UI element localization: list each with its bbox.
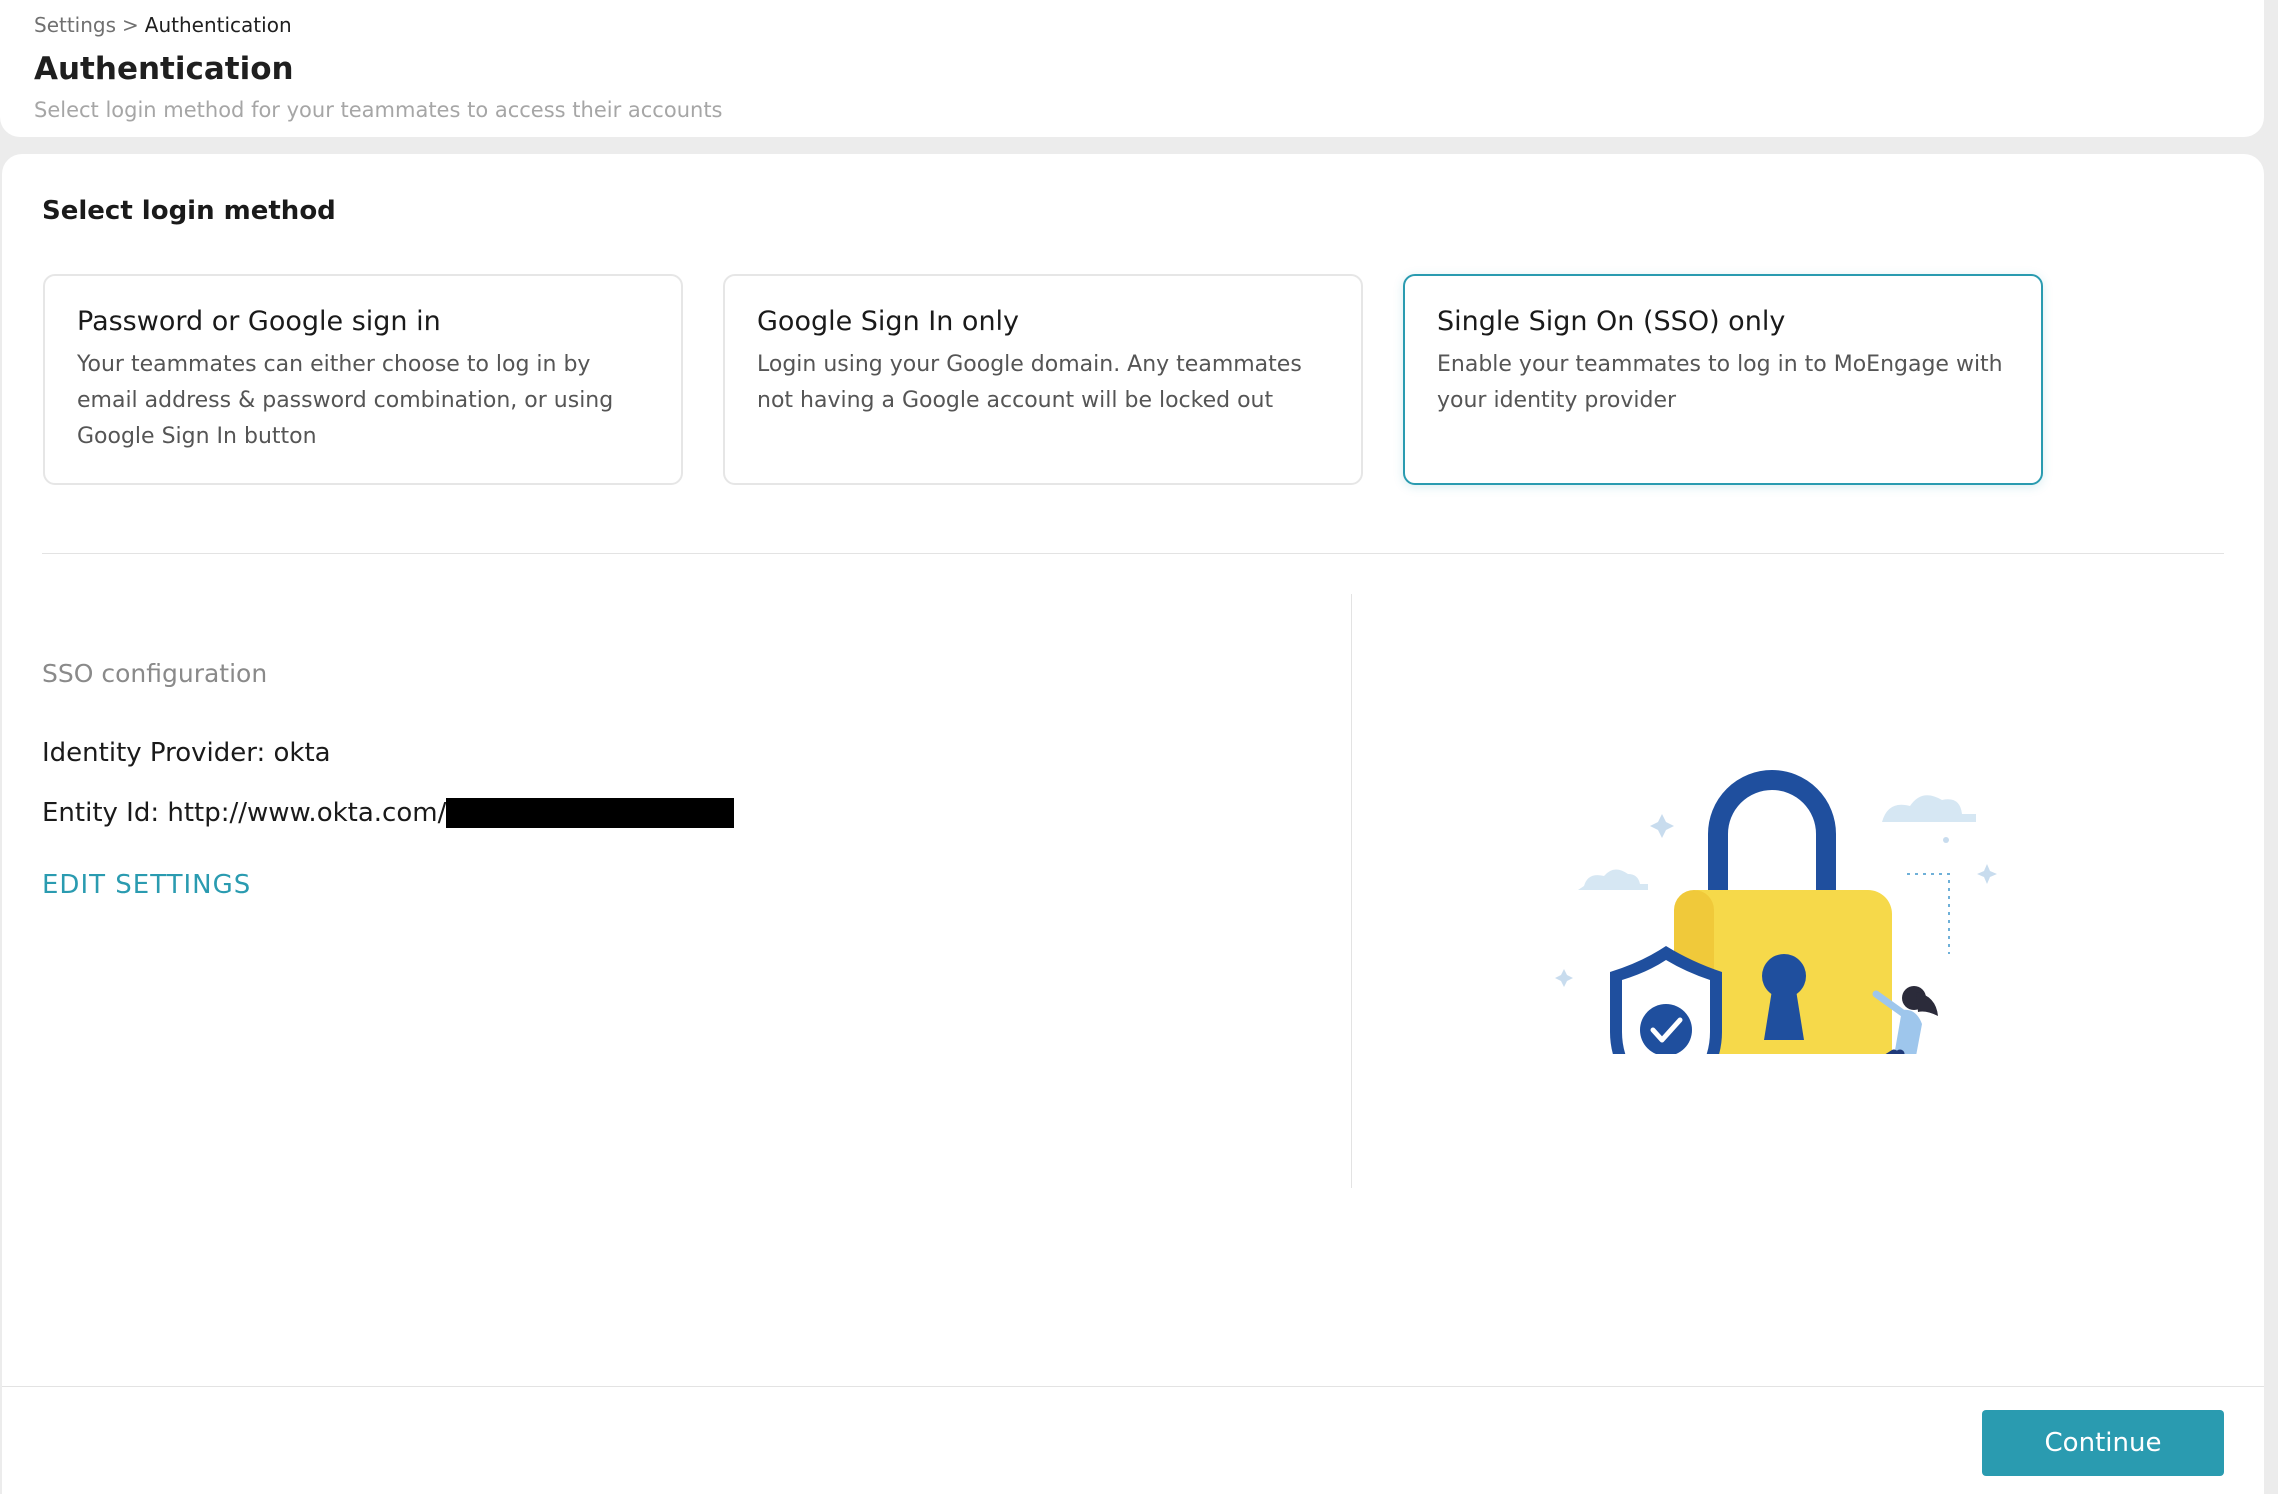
login-option-sso[interactable]: Single Sign On (SSO) only Enable your te… (1403, 274, 2043, 485)
breadcrumb-current: Authentication (144, 13, 292, 37)
lock-shackle (1708, 770, 1836, 894)
login-method-section-title: Select login method (42, 196, 336, 226)
cloud-icon (1578, 869, 1648, 890)
edit-settings-link[interactable]: EDIT SETTINGS (42, 870, 251, 900)
sparkle-icon (1977, 864, 1997, 884)
login-option-title: Google Sign In only (757, 306, 1020, 337)
page-title: Authentication (34, 51, 294, 87)
entity-id: Entity Id: http://www.okta.com/ (42, 798, 447, 828)
redacted-block (446, 798, 735, 828)
entity-id-row: Entity Id: http://www.okta.com/ (42, 798, 735, 828)
page-subtitle: Select login method for your teammates t… (34, 98, 723, 122)
security-lock-illustration (1555, 770, 1997, 1054)
main-panel: Select login method Password or Google s… (2, 154, 2264, 1494)
login-option-google[interactable]: Google Sign In only Login using your Goo… (723, 274, 1363, 485)
sparkle-icon (1650, 814, 1674, 838)
check-icon (1640, 1004, 1692, 1054)
login-option-title: Single Sign On (SSO) only (1437, 306, 1786, 337)
login-option-description: Enable your teammates to log in to MoEng… (1437, 352, 2003, 413)
section-divider (42, 553, 2224, 554)
sparkle-icon (1555, 969, 1573, 987)
column-divider (1351, 594, 1352, 1188)
footer-divider (2, 1386, 2264, 1387)
login-option-password[interactable]: Password or Google sign in Your teammate… (43, 274, 683, 485)
login-option-description: Your teammates can either choose to log … (77, 352, 614, 449)
login-option-description: Login using your Google domain. Any team… (757, 352, 1302, 413)
breadcrumb-separator: > (122, 13, 139, 37)
breadcrumb-settings[interactable]: Settings (34, 13, 116, 37)
sso-config-title: SSO configuration (42, 659, 268, 688)
page-header: Settings > Authentication Authentication S… (0, 0, 2264, 137)
breadcrumb: Settings > Authentication (34, 13, 292, 37)
continue-button[interactable]: Continue (1982, 1410, 2224, 1476)
identity-provider: Identity Provider: okta (42, 738, 331, 768)
sparkle-icon (1943, 837, 1949, 843)
login-option-title: Password or Google sign in (77, 306, 441, 337)
cloud-icon (1866, 795, 1976, 822)
